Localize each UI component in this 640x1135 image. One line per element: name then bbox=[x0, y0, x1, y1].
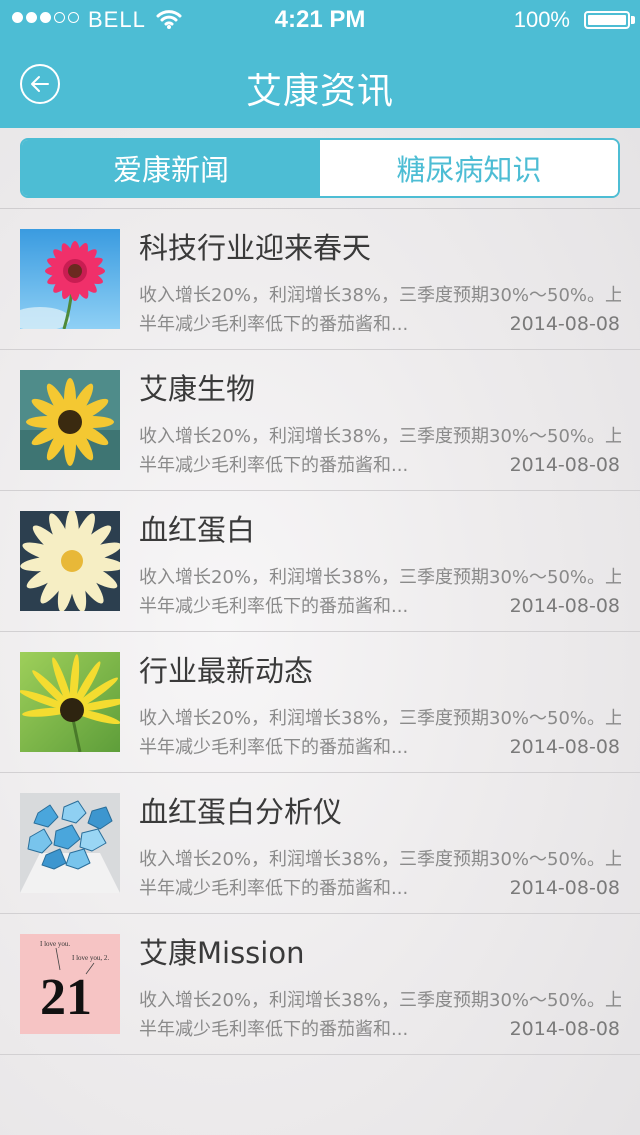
news-summary-continued: 半年减少毛利率低下的番茄酱和... bbox=[139, 314, 409, 335]
tab-aikang-news[interactable]: 爱康新闻 bbox=[22, 140, 320, 196]
battery-percentage: 100% bbox=[513, 7, 570, 32]
calendar-note-text: I love you, 2. bbox=[72, 954, 109, 962]
news-summary: 收入增长20%，利润增长38%，三季度预期30%～50%。上 bbox=[139, 708, 621, 729]
news-summary: 收入增长20%，利润增长38%，三季度预期30%～50%。上 bbox=[139, 285, 621, 306]
tab-diabetes-knowledge[interactable]: 糖尿病知识 bbox=[320, 140, 618, 196]
yellow-sunflower-thumbnail bbox=[20, 652, 120, 752]
white-daisy-thumbnail bbox=[20, 511, 120, 611]
blue-paper-roses-thumbnail bbox=[20, 793, 120, 893]
news-date: 2014-08-08 bbox=[509, 877, 620, 899]
news-date: 2014-08-08 bbox=[509, 595, 620, 617]
news-title: 血红蛋白 bbox=[139, 513, 256, 547]
page-title: 艾康资讯 bbox=[245, 71, 394, 112]
news-title: 科技行业迎来春天 bbox=[139, 231, 372, 265]
news-summary-continued: 半年减少毛利率低下的番茄酱和... bbox=[139, 596, 409, 617]
calendar-day-number: 21 bbox=[40, 969, 92, 1026]
news-summary: 收入增长20%，利润增长38%，三季度预期30%～50%。上 bbox=[139, 426, 621, 447]
news-item[interactable]: 血红蛋白 收入增长20%，利润增长38%，三季度预期30%～50%。上 半年减少… bbox=[0, 491, 640, 632]
pink-gerbera-thumbnail bbox=[20, 229, 120, 329]
news-list: 科技行业迎来春天 收入增长20%，利润增长38%，三季度预期30%～50%。上 … bbox=[0, 208, 640, 1055]
news-item[interactable]: 行业最新动态 收入增长20%，利润增长38%，三季度预期30%～50%。上 半年… bbox=[0, 632, 640, 773]
news-summary-continued: 半年减少毛利率低下的番茄酱和... bbox=[139, 1019, 409, 1040]
navigation-bar: 艾康资讯 bbox=[0, 40, 640, 128]
battery-tip bbox=[631, 16, 635, 24]
segmented-control: 爱康新闻 糖尿病知识 bbox=[20, 138, 620, 198]
news-title: 行业最新动态 bbox=[139, 654, 314, 688]
calendar-note-thumbnail: I love you. I love you, 2. 21 bbox=[20, 934, 120, 1034]
news-summary-continued: 半年减少毛利率低下的番茄酱和... bbox=[139, 455, 409, 476]
news-summary-continued: 半年减少毛利率低下的番茄酱和... bbox=[139, 737, 409, 758]
news-date: 2014-08-08 bbox=[509, 1018, 620, 1040]
news-date: 2014-08-08 bbox=[509, 313, 620, 335]
news-date: 2014-08-08 bbox=[509, 454, 620, 476]
news-summary-continued: 半年减少毛利率低下的番茄酱和... bbox=[139, 878, 409, 899]
news-summary: 收入增长20%，利润增长38%，三季度预期30%～50%。上 bbox=[139, 990, 621, 1011]
news-summary: 收入增长20%，利润增长38%，三季度预期30%～50%。上 bbox=[139, 849, 621, 870]
news-summary: 收入增长20%，利润增长38%，三季度预期30%～50%。上 bbox=[139, 567, 621, 588]
news-item[interactable]: 血红蛋白分析仪 收入增长20%，利润增长38%，三季度预期30%～50%。上 半… bbox=[0, 773, 640, 914]
news-date: 2014-08-08 bbox=[509, 736, 620, 758]
news-item[interactable]: I love you. I love you, 2. 21 艾康Mission … bbox=[0, 914, 640, 1055]
news-title: 艾康Mission bbox=[139, 936, 305, 970]
news-item[interactable]: 科技行业迎来春天 收入增长20%，利润增长38%，三季度预期30%～50%。上 … bbox=[0, 209, 640, 350]
news-title: 艾康生物 bbox=[139, 372, 256, 406]
status-bar: BELL 4:21 PM 100% bbox=[0, 0, 640, 40]
yellow-daisy-thumbnail bbox=[20, 370, 120, 470]
news-title: 血红蛋白分析仪 bbox=[139, 795, 343, 829]
battery-icon bbox=[584, 11, 630, 29]
news-item[interactable]: 艾康生物 收入增长20%，利润增长38%，三季度预期30%～50%。上 半年减少… bbox=[0, 350, 640, 491]
calendar-note-text: I love you. bbox=[40, 940, 70, 948]
